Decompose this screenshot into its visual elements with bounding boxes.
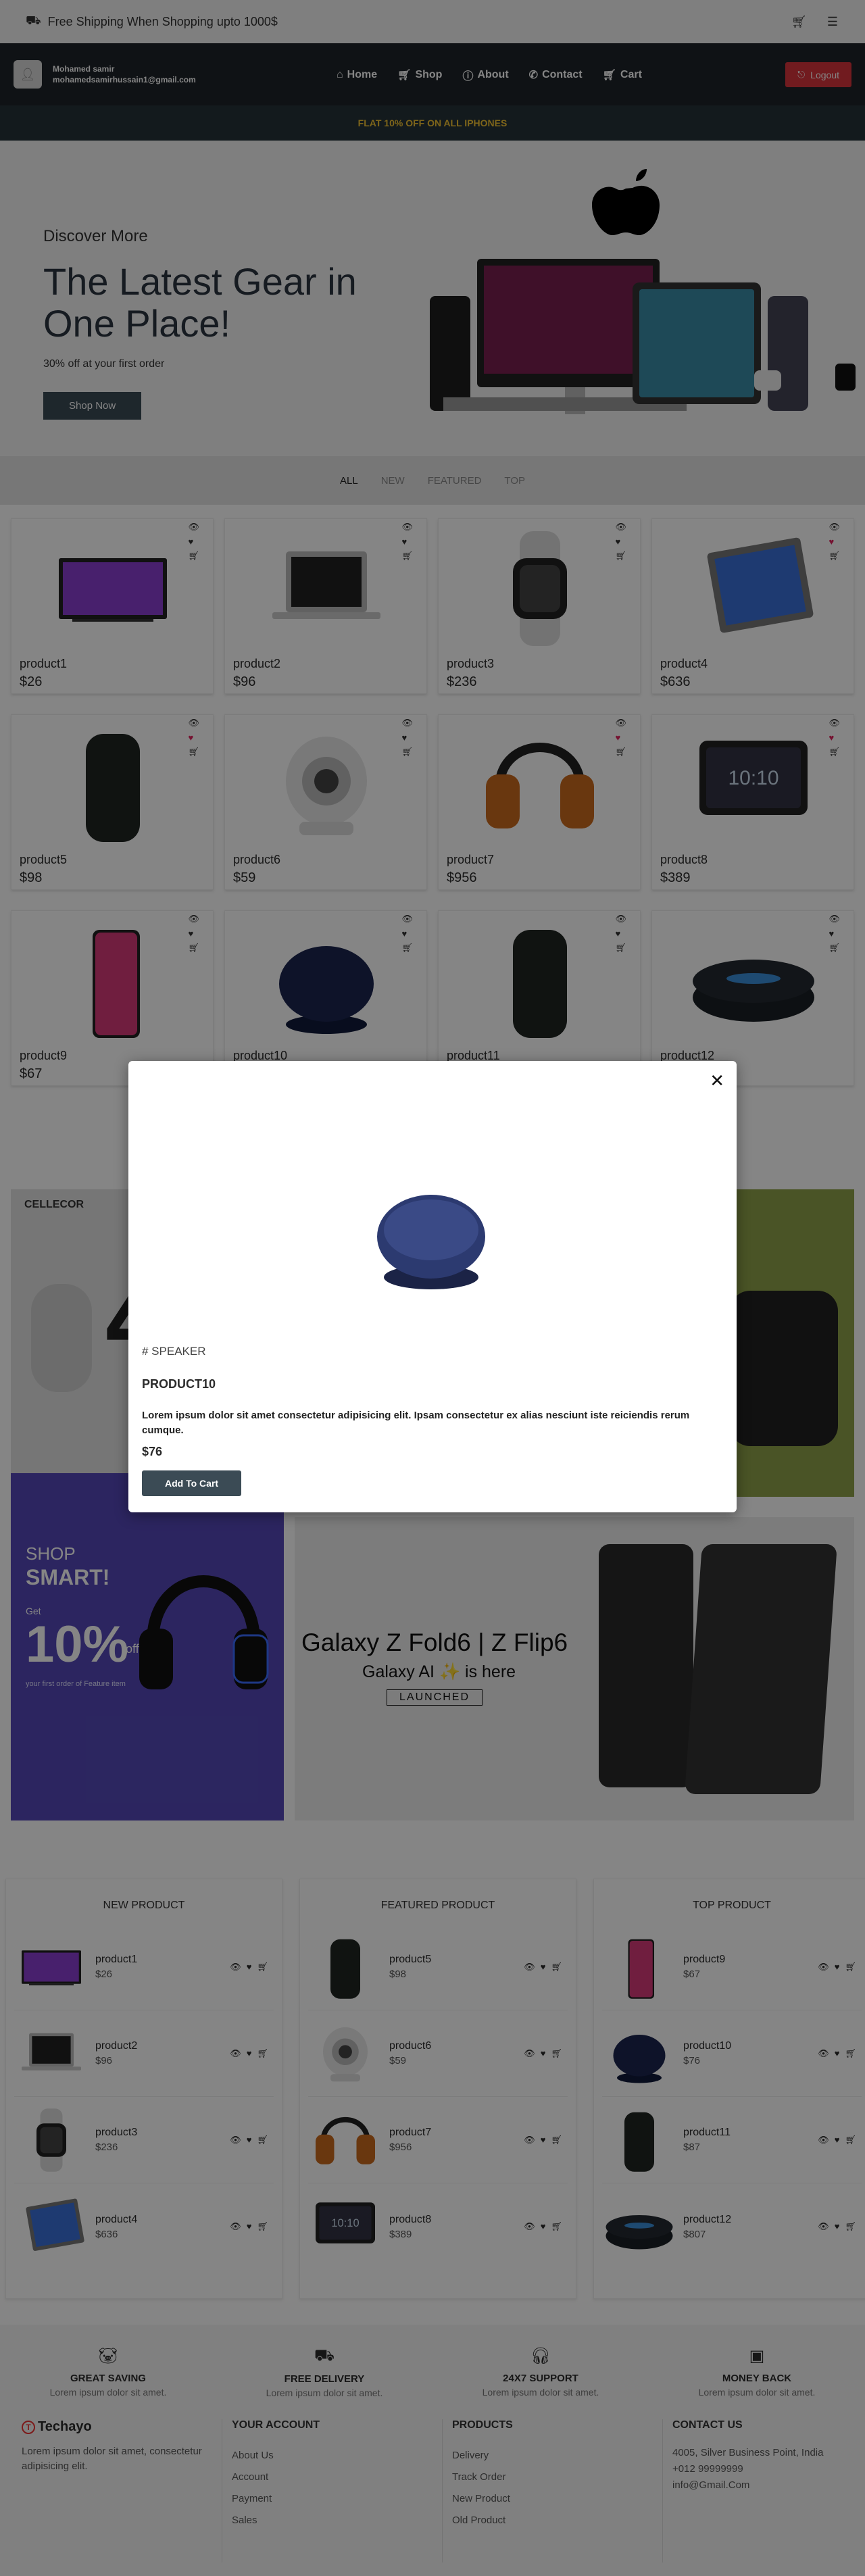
add-to-cart-button[interactable]: Add To Cart <box>142 1470 242 1496</box>
product-image <box>377 1195 485 1289</box>
product-category: # SPEAKER <box>142 1345 206 1358</box>
product-modal: ✕ # SPEAKER PRODUCT10 Lorem ipsum dolor … <box>128 1061 737 1512</box>
product-title: PRODUCT10 <box>142 1377 216 1391</box>
product-price: $76 <box>142 1445 163 1458</box>
close-icon[interactable]: ✕ <box>710 1070 724 1091</box>
product-description: Lorem ipsum dolor sit amet consectetur a… <box>142 1410 690 1436</box>
